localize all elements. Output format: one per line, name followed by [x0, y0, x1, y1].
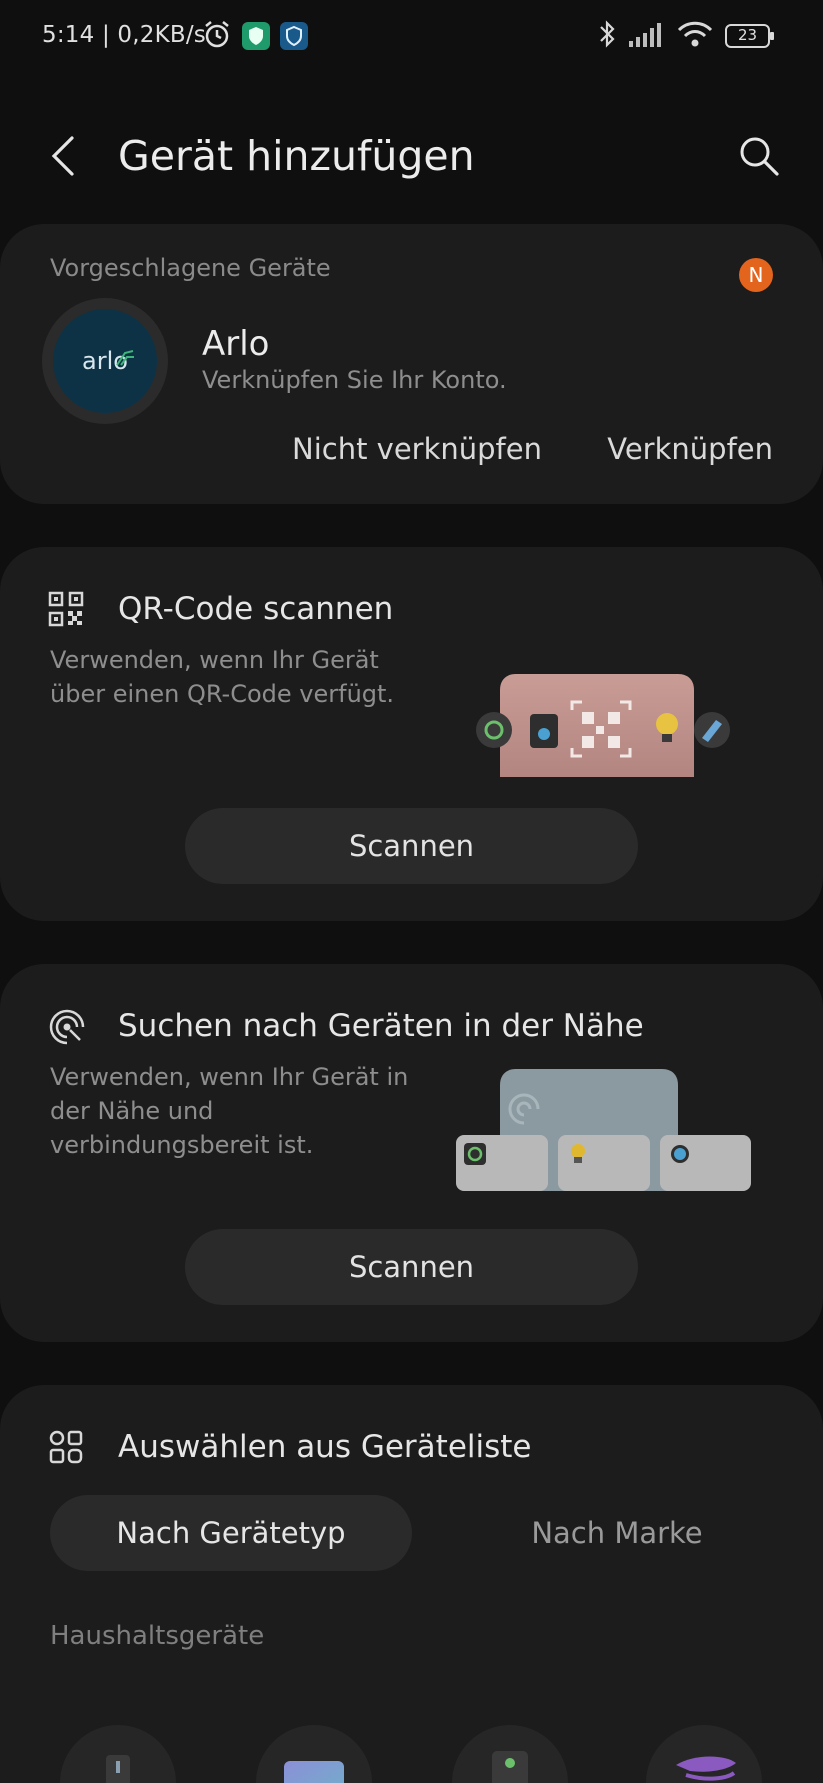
- arlo-logo: arlo: [53, 309, 157, 413]
- decline-link-button[interactable]: Nicht verknüpfen: [292, 432, 542, 466]
- vpn-app-icon: [280, 20, 308, 54]
- qr-scan-card: QR-Code scannen Verwenden, wenn Ihr Gerä…: [0, 547, 823, 921]
- status-bar: 5:14 | 0,2KB/s 23: [0, 0, 823, 72]
- security-app-icon: [242, 20, 270, 54]
- link-account-button[interactable]: Verknüpfen: [607, 432, 773, 466]
- nearby-scan-button[interactable]: Scannen: [185, 1229, 638, 1305]
- qr-card-description: Verwenden, wenn Ihr Gerät über einen QR-…: [50, 646, 395, 708]
- wifi-icon: [677, 20, 713, 52]
- battery-icon: 23: [725, 23, 775, 49]
- suggested-devices-card: Vorgeschlagene Geräte N arlo Arlo Verknü…: [0, 224, 823, 504]
- search-button[interactable]: [737, 134, 781, 178]
- back-button[interactable]: [44, 132, 84, 180]
- brand-subtitle: Verknüpfen Sie Ihr Konto.: [202, 366, 507, 394]
- device-list-card: Auswählen aus Geräteliste Nach Gerätetyp…: [0, 1385, 823, 1783]
- brand-logo: arlo: [42, 298, 168, 424]
- grid-list-icon: [48, 1429, 84, 1465]
- status-time: 5:14 | 0,2KB/s: [42, 22, 206, 48]
- nearby-scan-card: Suchen nach Geräten in der Nähe Verwende…: [0, 964, 823, 1342]
- app-bar: Gerät hinzufügen: [0, 110, 823, 200]
- nearby-illustration: [456, 1069, 751, 1191]
- page-title: Gerät hinzufügen: [118, 132, 475, 180]
- category-item[interactable]: [256, 1725, 372, 1783]
- category-item[interactable]: [452, 1725, 568, 1783]
- category-item[interactable]: [646, 1725, 762, 1783]
- battery-level: 23: [737, 26, 758, 44]
- bluetooth-icon: [597, 19, 617, 53]
- section-label-household: Haushaltsgeräte: [50, 1621, 265, 1651]
- qr-illustration: [472, 652, 742, 777]
- new-badge: N: [739, 258, 773, 292]
- signal-icon: [629, 21, 665, 51]
- tab-by-brand[interactable]: Nach Marke: [452, 1495, 782, 1571]
- radar-icon: [48, 1008, 85, 1045]
- device-list-title: Auswählen aus Geräteliste: [118, 1429, 532, 1465]
- qr-code-icon: [48, 591, 84, 627]
- category-item[interactable]: [60, 1725, 176, 1783]
- suggested-devices-label: Vorgeschlagene Geräte: [50, 254, 331, 282]
- qr-card-title: QR-Code scannen: [118, 591, 394, 627]
- nearby-card-description: Verwenden, wenn Ihr Gerät in der Nähe un…: [50, 1063, 409, 1159]
- tab-by-device-type[interactable]: Nach Gerätetyp: [50, 1495, 412, 1571]
- brand-name: Arlo: [202, 324, 270, 364]
- qr-scan-button[interactable]: Scannen: [185, 808, 638, 884]
- alarm-icon: [202, 20, 232, 54]
- status-indicators: 23: [597, 20, 775, 52]
- arlo-bird-icon: [116, 350, 134, 366]
- nearby-card-title: Suchen nach Geräten in der Nähe: [118, 1008, 644, 1044]
